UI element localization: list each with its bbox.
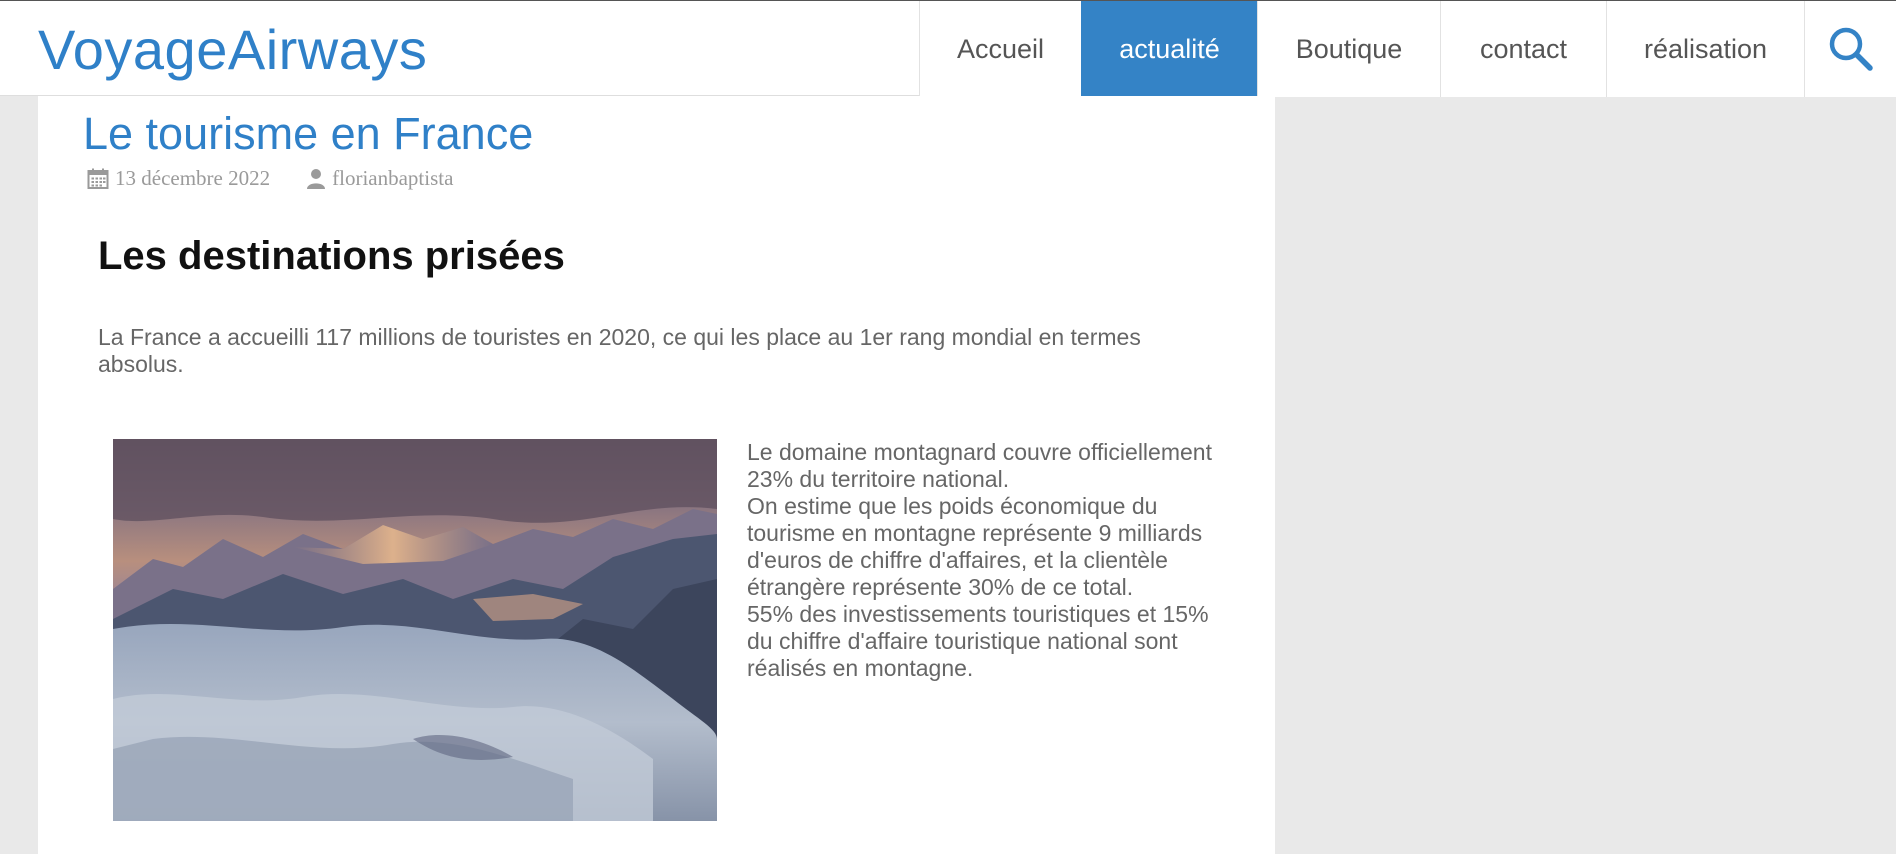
side-paragraph: Le domaine montagnard couvre officiellem… bbox=[747, 439, 1217, 682]
article-container: Le tourisme en France 13 décembre 2022 f… bbox=[38, 96, 1275, 854]
post-author: florianbaptista bbox=[306, 166, 453, 191]
nav-item-boutique[interactable]: Boutique bbox=[1257, 1, 1440, 97]
post-author-text[interactable]: florianbaptista bbox=[332, 166, 453, 191]
nav-item-contact[interactable]: contact bbox=[1440, 1, 1606, 97]
nav-item-actualite[interactable]: actualité bbox=[1081, 1, 1257, 97]
nav-item-label: réalisation bbox=[1643, 33, 1768, 64]
intro-paragraph: La France a accueilli 117 millions de to… bbox=[98, 324, 1141, 377]
main-nav: Accueil actualité Boutique contact réali… bbox=[919, 1, 1896, 97]
section-heading: Les destinations prisées bbox=[98, 234, 565, 278]
nav-item-label: Accueil bbox=[956, 33, 1045, 64]
site-header: VoyageAirways Accueil actualité Boutique… bbox=[0, 0, 1896, 97]
nav-item-label: contact bbox=[1479, 33, 1568, 64]
nav-item-label: actualité bbox=[1119, 33, 1220, 64]
side-paragraph-line: 55% des investissements touristiques et … bbox=[747, 601, 1209, 681]
post-date: 13 décembre 2022 bbox=[87, 166, 270, 191]
nav-item-accueil[interactable]: Accueil bbox=[919, 1, 1081, 97]
nav-item-label: Boutique bbox=[1295, 33, 1403, 64]
site-logo[interactable]: VoyageAirways bbox=[38, 15, 427, 85]
calendar-icon bbox=[87, 168, 109, 190]
user-icon bbox=[306, 168, 326, 190]
post-title[interactable]: Le tourisme en France bbox=[83, 106, 533, 162]
post-meta: 13 décembre 2022 florianbaptista bbox=[87, 166, 453, 191]
nav-item-realisation[interactable]: réalisation bbox=[1606, 1, 1804, 97]
mountain-photo bbox=[113, 439, 717, 821]
side-paragraph-line: Le domaine montagnard couvre officiellem… bbox=[747, 439, 1212, 492]
side-paragraph-line: On estime que les poids économique du to… bbox=[747, 493, 1203, 600]
search-button[interactable] bbox=[1804, 1, 1896, 97]
search-icon bbox=[1829, 27, 1873, 71]
post-date-text[interactable]: 13 décembre 2022 bbox=[115, 166, 270, 191]
